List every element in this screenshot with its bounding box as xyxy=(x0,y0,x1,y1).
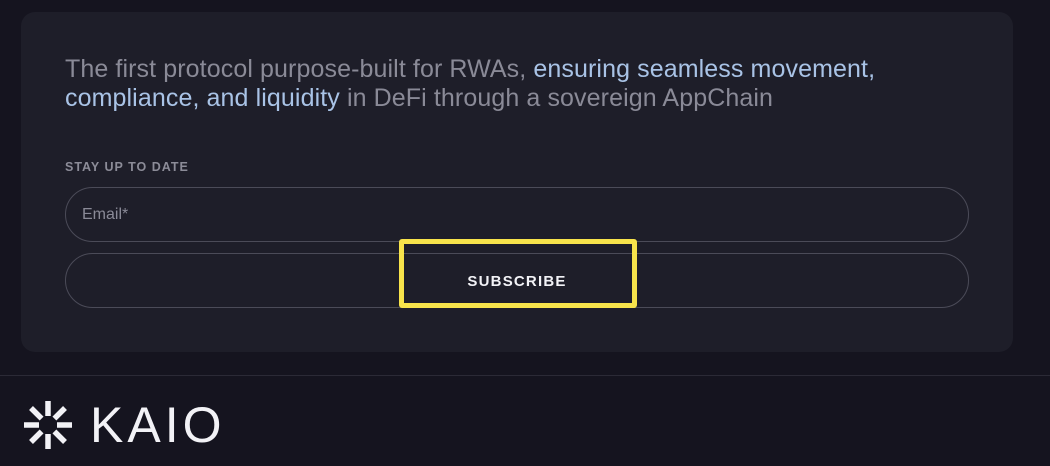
footer-divider xyxy=(0,375,1050,376)
tagline: The first protocol purpose-built for RWA… xyxy=(65,55,965,113)
kaio-burst-logo-icon xyxy=(24,401,72,449)
logo-wordmark: KAIO xyxy=(90,397,226,453)
tagline-muted-end: in DeFi through a sovereign AppChain xyxy=(346,84,774,112)
kaio-logo[interactable]: KAIO xyxy=(22,398,225,452)
tagline-muted-start: The first protocol purpose-built for RWA… xyxy=(65,55,527,83)
subscribe-button[interactable]: SUBSCRIBE xyxy=(65,253,969,308)
subscribe-card: The first protocol purpose-built for RWA… xyxy=(21,12,1013,352)
page: The first protocol purpose-built for RWA… xyxy=(0,0,1050,466)
stay-up-to-date-label: STAY UP TO DATE xyxy=(65,160,189,174)
email-field[interactable] xyxy=(65,187,969,242)
subscribe-button-label: SUBSCRIBE xyxy=(467,272,567,290)
